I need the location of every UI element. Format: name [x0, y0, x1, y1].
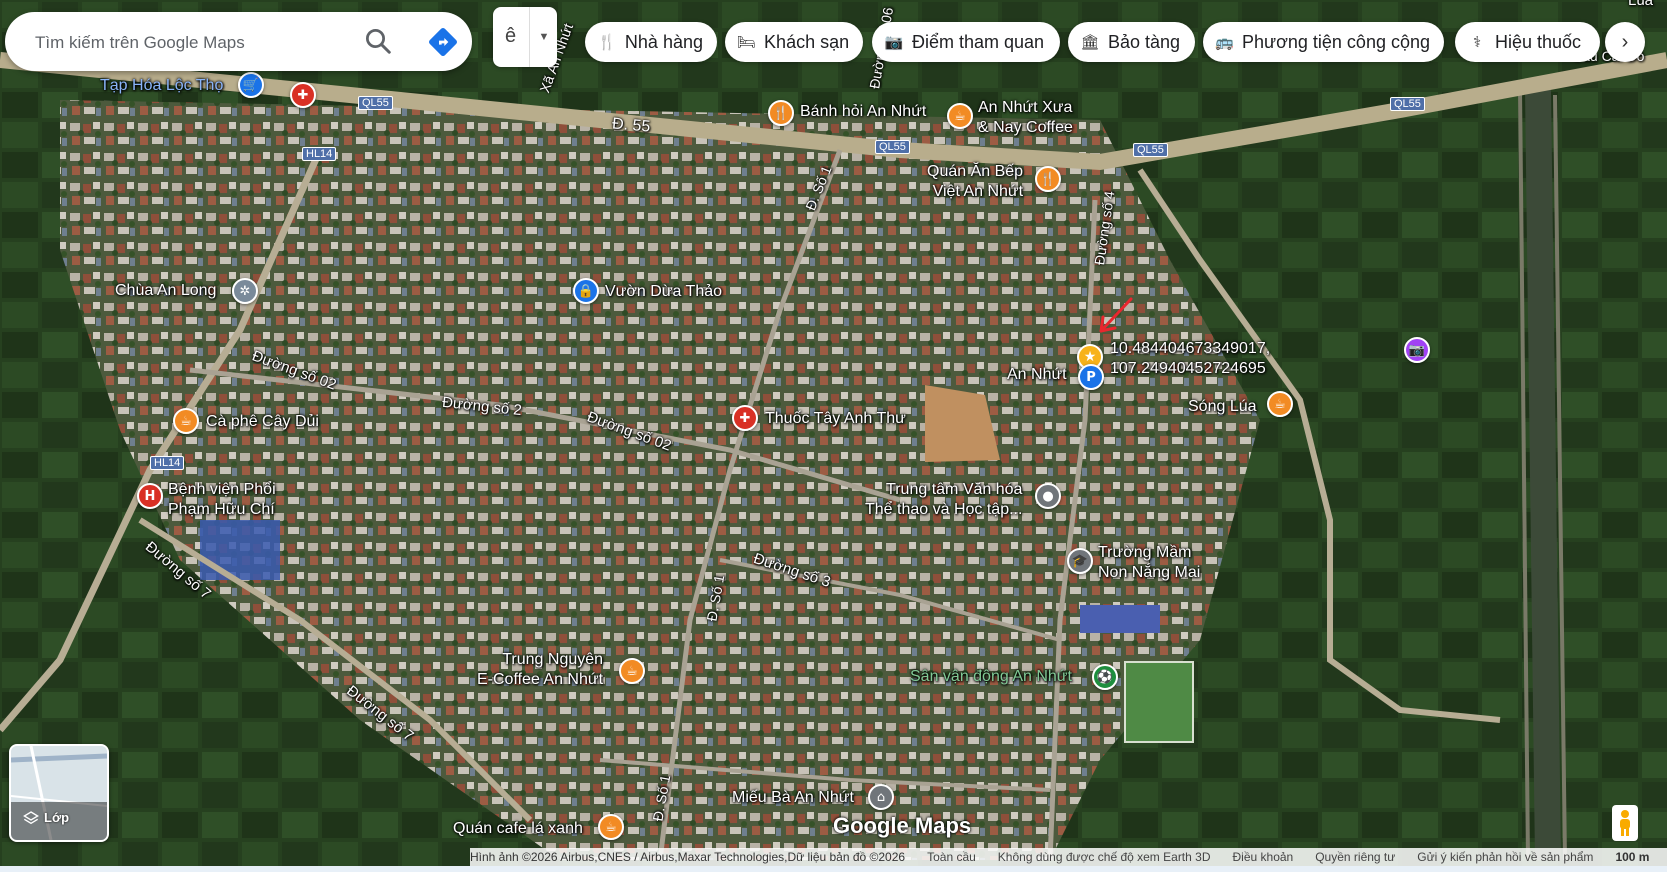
chip-hotels[interactable]: 🛏 Khách sạn: [725, 22, 863, 62]
directions-icon[interactable]: [427, 26, 459, 58]
imagery-attribution: Hình ảnh ©2026 Airbus,CNES / Airbus,Maxa…: [470, 850, 906, 864]
chip-label: Khách sạn: [764, 31, 850, 52]
poi-label-ca-phe-cay-dui[interactable]: Cà phê Cây Dủi: [206, 413, 319, 431]
terms-link[interactable]: Điều khoản: [1233, 850, 1294, 864]
poi-label-chua-an-long[interactable]: Chùa An Long: [115, 282, 216, 300]
chevron-down-icon[interactable]: ▼: [529, 7, 558, 67]
chip-label: Bảo tàng: [1108, 31, 1181, 52]
hospital-icon[interactable]: H: [137, 483, 163, 509]
layers-toggle[interactable]: Lớp: [9, 744, 109, 842]
poi-label-benh-vien[interactable]: Bệnh viện Phổi Phạm Hữu Chí: [168, 480, 276, 520]
chip-label: Nhà hàng: [624, 31, 703, 52]
search-icon[interactable]: [363, 26, 393, 56]
poi-label-song-lua[interactable]: Sóng Lúa: [1188, 398, 1257, 416]
privacy-link[interactable]: Quyền riêng tư: [1315, 850, 1395, 864]
chip-attractions[interactable]: 📷 Điểm tham quan: [872, 22, 1060, 62]
global-link[interactable]: Toàn cầu: [927, 850, 976, 864]
school-icon[interactable]: 🎓: [1067, 548, 1093, 574]
poi-label-banh-hoi[interactable]: Bánh hỏi An Nhứt: [800, 103, 926, 121]
bed-icon: 🛏: [737, 33, 757, 51]
poi-label-trung-tam[interactable]: Trung tâm Văn hóa Thể thao và Học tập...: [865, 480, 1022, 520]
pegman-icon[interactable]: [1612, 805, 1638, 841]
chips-next-chevron-icon[interactable]: ›: [1605, 22, 1645, 62]
earth3d-notice[interactable]: Không dùng được chế độ xem Earth 3D: [998, 850, 1211, 864]
input-tools-selector[interactable]: ê ▼: [493, 7, 557, 67]
chip-restaurants[interactable]: 🍴 Nhà hàng: [585, 22, 717, 62]
search-box[interactable]: [5, 12, 472, 73]
chip-label: Điểm tham quan: [912, 31, 1045, 52]
cafe-icon[interactable]: ☕: [173, 408, 199, 434]
temple-icon[interactable]: ✲: [232, 278, 258, 304]
place-marker-icon[interactable]: ●: [1035, 483, 1061, 509]
road-shield-hl14: HL14: [302, 147, 337, 161]
chip-label: Hiệu thuốc: [1495, 31, 1582, 52]
satellite-map[interactable]: [0, 0, 1667, 872]
chip-museums[interactable]: 🏛 Bảo tàng: [1068, 22, 1195, 62]
road-shield-hl14: HL14: [150, 456, 185, 470]
cafe-icon[interactable]: ☕: [1267, 391, 1293, 417]
map-footer: Hình ảnh ©2026 Airbus,CNES / Airbus,Maxa…: [470, 848, 1667, 866]
road-shield-ql55: QL55: [1133, 143, 1168, 157]
chip-label: Phương tiện công cộng: [1242, 31, 1430, 52]
restaurant-icon[interactable]: 🍴: [1035, 166, 1061, 192]
restaurant-icon[interactable]: 🍴: [768, 100, 794, 126]
road-shield-ql55: QL55: [358, 96, 393, 110]
bottom-strip: [0, 866, 1667, 872]
poi-label-vuon-dua[interactable]: Vườn Dừa Thảo: [605, 283, 722, 301]
museum-icon: 🏛: [1080, 33, 1100, 51]
google-maps-watermark: Google Maps: [833, 813, 972, 838]
shopping-bag-icon[interactable]: 🔒: [573, 278, 599, 304]
chip-transit[interactable]: 🚌 Phương tiện công cộng: [1203, 22, 1444, 62]
road-shield-ql55: QL55: [875, 140, 910, 154]
search-input[interactable]: [33, 12, 357, 73]
poi-label-thuoc-tay[interactable]: Thuốc Tây Anh Thư: [765, 410, 906, 428]
pharmacy-pin-icon[interactable]: ✚: [732, 405, 758, 431]
poi-label-mieu-ba[interactable]: Miếu Bà An Nhứt: [732, 789, 854, 807]
poi-label-an-nhut[interactable]: An Nhứt: [1007, 366, 1067, 384]
bus-icon: 🚌: [1215, 33, 1234, 51]
scale-bar-label: 100 m: [1615, 850, 1650, 864]
road-label-d55: Đ. 55: [611, 115, 651, 136]
parking-icon[interactable]: P: [1078, 364, 1104, 390]
chip-pharmacies[interactable]: ⚕ Hiệu thuốc: [1455, 22, 1600, 62]
poi-label-lua[interactable]: Lúa: [1628, 0, 1653, 9]
pharmacy-icon: ⚕: [1472, 33, 1482, 51]
cafe-icon[interactable]: ☕: [947, 103, 973, 129]
poi-label-quan-an-bep[interactable]: Quán Ăn Bếp Việt An Nhứt: [927, 162, 1023, 202]
road-shield-ql55: QL55: [1390, 97, 1425, 111]
layers-icon: [23, 811, 39, 825]
pinned-coordinates: 10.484404673349017, 107.24940452724695: [1110, 340, 1271, 377]
fork-knife-icon: 🍴: [597, 33, 617, 51]
red-arrow-annotation: [1099, 297, 1133, 333]
feedback-link[interactable]: Gửi ý kiến phản hồi về sản phẩm: [1417, 850, 1593, 864]
poi-label-tap-hoa[interactable]: Tạp Hóa Lộc Thọ: [100, 77, 223, 95]
stadium-icon[interactable]: ⚽: [1092, 664, 1118, 690]
cafe-icon[interactable]: ☕: [598, 814, 624, 840]
poi-label-trung-nguyen[interactable]: Trung Nguyên E-Coffee An Nhứt: [477, 650, 603, 690]
cafe-icon[interactable]: ☕: [619, 658, 645, 684]
input-tools-value: ê: [505, 25, 517, 47]
layers-label: Lớp: [44, 810, 70, 825]
camera-icon: 📷: [884, 33, 904, 51]
poi-label-an-nhut-xua[interactable]: An Nhứt Xưa & Nay Coffee: [978, 98, 1073, 138]
poi-label-quan-cafe-la-xanh[interactable]: Quán cafe lá xanh: [453, 820, 583, 838]
photo-spot-icon[interactable]: 📷: [1404, 337, 1430, 363]
poi-label-san-van-dong[interactable]: Sân vận động An Nhứt: [910, 668, 1072, 686]
pharmacy-pin-icon[interactable]: ✚: [290, 82, 316, 108]
poi-label-truong-mam-non[interactable]: Trường Mầm Non Nắng Mai: [1098, 543, 1200, 583]
shopping-icon[interactable]: 🛒: [238, 72, 264, 98]
shrine-icon[interactable]: ⌂: [868, 784, 894, 810]
